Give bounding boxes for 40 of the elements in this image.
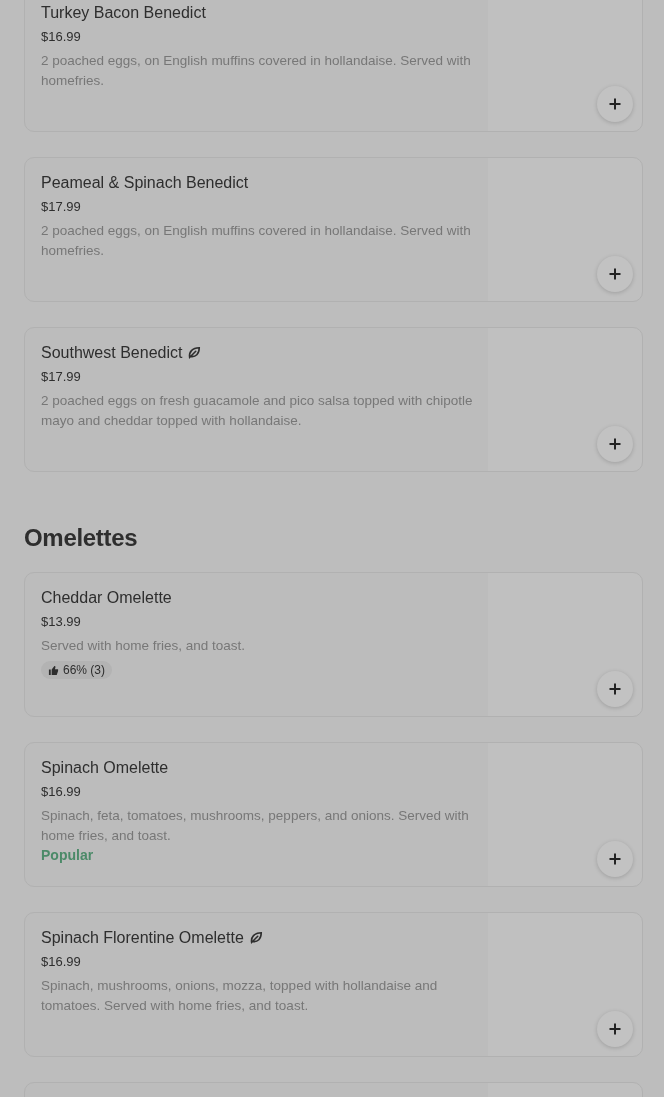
item-price: $16.99 [41, 28, 82, 46]
menu-item-card[interactable]: Cheddar Omelette $13.99 Served with home fries, and toast. 66% (3) [24, 572, 643, 717]
item-description: Served with home fries, and toast. [41, 637, 246, 655]
menu-item-card[interactable]: Peameal & Spinach Benedict $17.99 2 poached eggs, on English muffins covered in hollandaise. Served with homefries. [24, 157, 643, 302]
menu-item-card[interactable]: Spinach Omelette $16.99 Spinach, feta, tomatoes, mushrooms, peppers, and onions. Served with home fries, and toast. Popular [24, 742, 643, 887]
item-description: 2 poached eggs, on English muffins covered in hollandaise. Served with homefries. [41, 52, 472, 90]
add-button[interactable] [597, 256, 633, 292]
thumbs-up-icon [48, 664, 59, 676]
item-name: Southwest Benedict [41, 344, 183, 362]
plus-icon [609, 438, 621, 450]
menu-item-card[interactable]: Turkey Bacon Benedict $16.99 2 poached eggs, on English muffins covered in hollandaise. Served with homefries. [24, 0, 643, 132]
add-button[interactable] [597, 86, 633, 122]
item-name: Spinach Omelette [41, 759, 169, 777]
item-description: 2 poached eggs on fresh guacamole and pico salsa topped with chipotle mayo and cheddar topped with hollandaise. [41, 392, 474, 430]
add-button[interactable] [597, 671, 633, 707]
item-description: 2 poached eggs, on English muffins covered in hollandaise. Served with homefries. [41, 222, 472, 260]
plus-icon [609, 268, 621, 280]
item-name: Turkey Bacon Benedict [41, 4, 206, 22]
menu-item-card[interactable]: Spinach Florentine Omelette $16.99 Spinach, mushrooms, onions, mozza, topped with hollandaise and tomatoes. Served with home fries, and toast. [24, 912, 643, 1057]
plus-icon [609, 683, 621, 695]
item-price: $17.99 [41, 198, 82, 216]
menu-item-card[interactable]: Southwest Benedict $17.99 2 poached eggs on fresh guacamole and pico salsa topped with chipotle mayo and cheddar topped with hollandaise. [24, 327, 643, 472]
popular-label: Popular [41, 847, 95, 863]
rating-text: 66% (3) [63, 663, 106, 677]
item-description: Spinach, feta, tomatoes, mushrooms, peppers, and onions. Served with home fries, and toast. [41, 807, 470, 845]
item-name: Spinach Florentine Omelette [41, 929, 244, 947]
item-price: $17.99 [41, 368, 82, 386]
item-price: $16.99 [41, 953, 82, 971]
add-button[interactable] [597, 841, 633, 877]
item-price: $16.99 [41, 783, 82, 801]
section-heading: Omelettes [24, 523, 139, 553]
plus-icon [609, 1023, 621, 1035]
item-description: Spinach, mushrooms, onions, mozza, topped with hollandaise and tomatoes. Served with home fries, and toast. [41, 977, 439, 1015]
item-name: Cheddar Omelette [41, 589, 172, 607]
item-price: $13.99 [41, 613, 82, 631]
add-button[interactable] [597, 1011, 633, 1047]
item-name: Peameal & Spinach Benedict [41, 174, 249, 192]
plus-icon [609, 853, 621, 865]
plus-icon [609, 98, 621, 110]
add-button[interactable] [597, 426, 633, 462]
